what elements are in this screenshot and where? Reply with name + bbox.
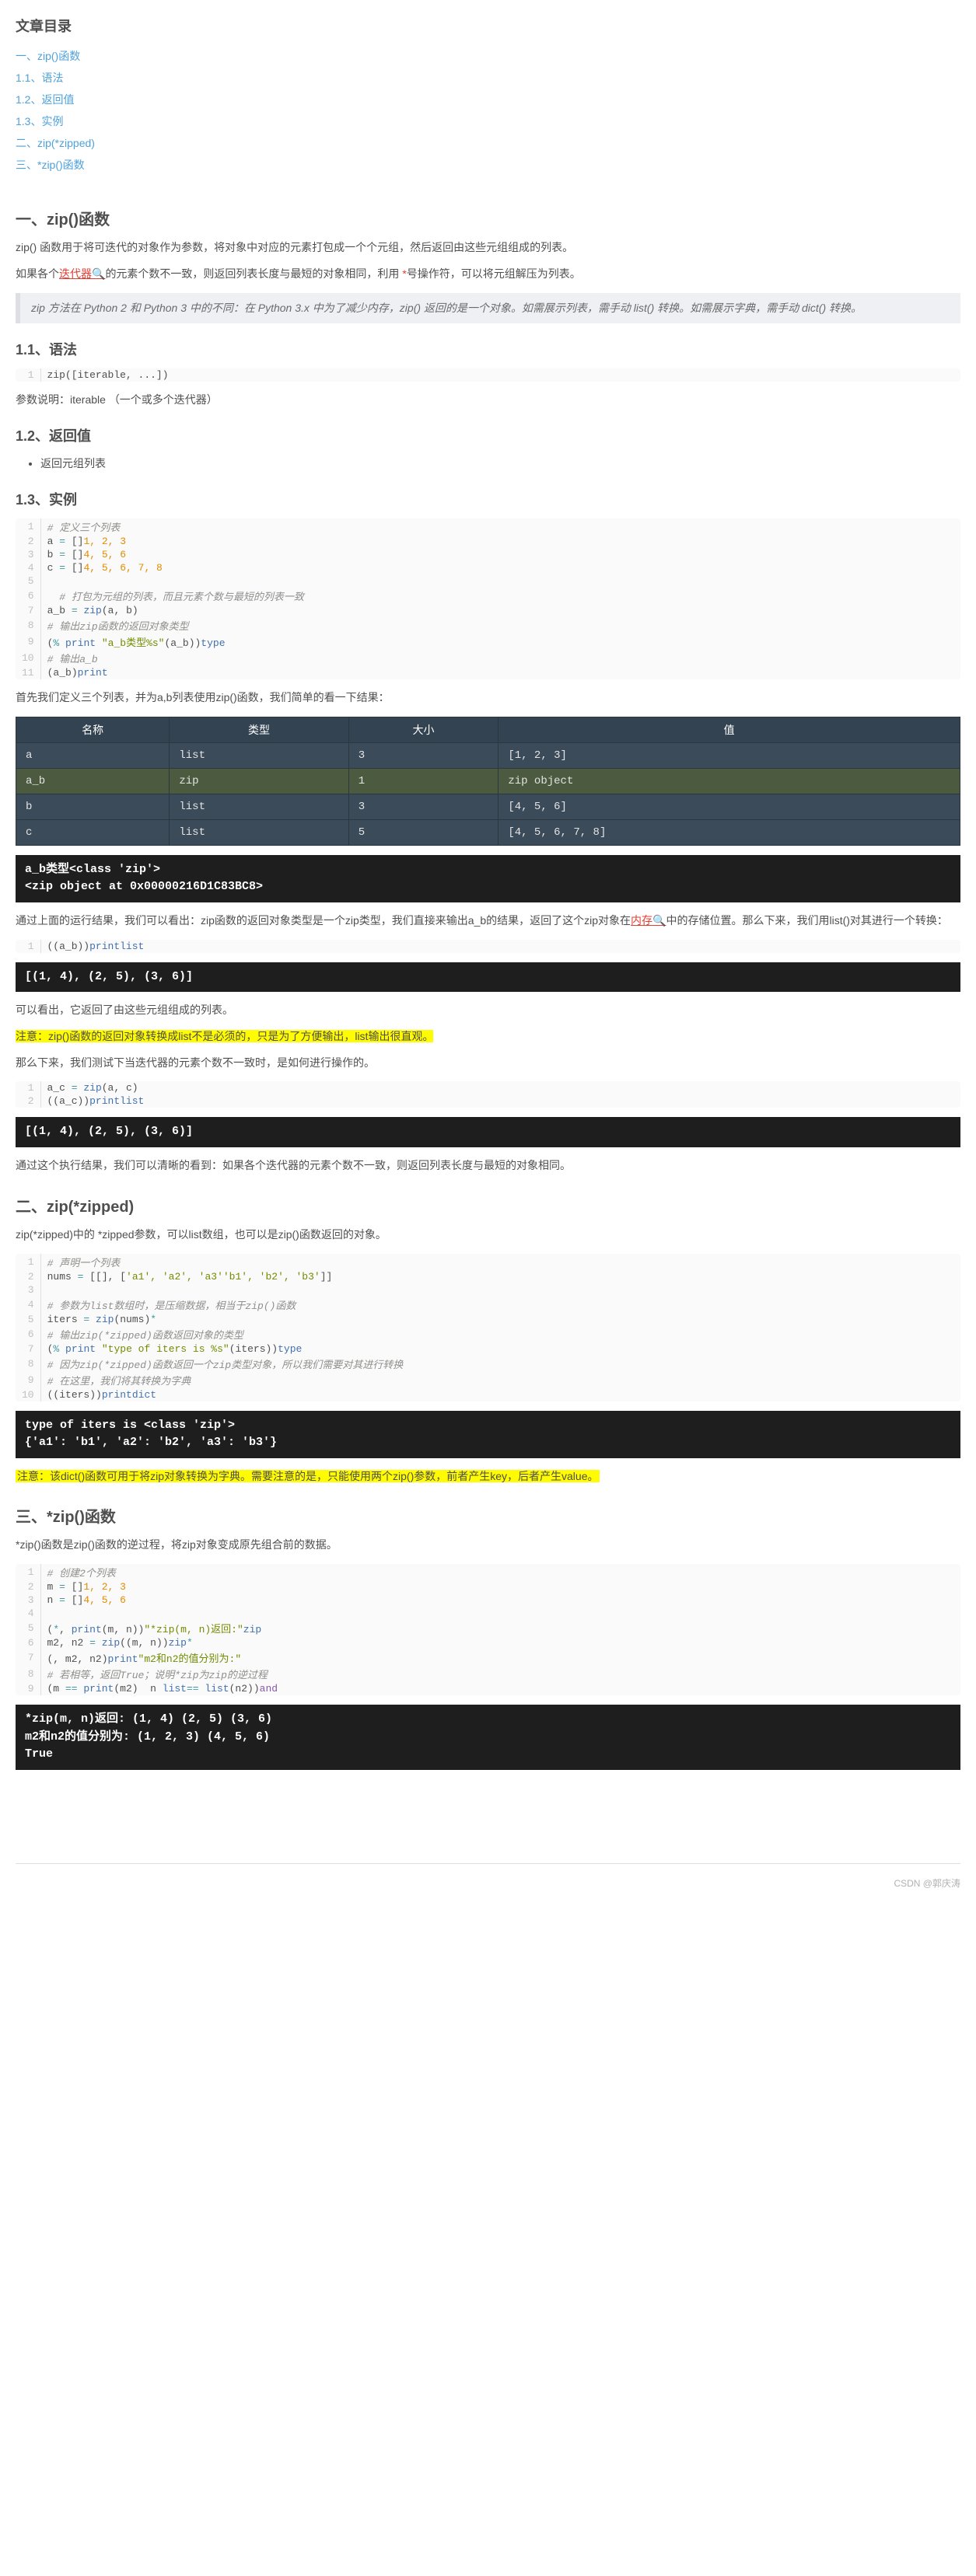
- table-row: clist5[4, 5, 6, 7, 8]: [16, 819, 960, 845]
- code-block: 1((a_b))printlist: [16, 940, 960, 953]
- link-iterator[interactable]: 迭代器🔍: [59, 267, 105, 280]
- link-memory[interactable]: 内存🔍: [631, 914, 666, 927]
- table-of-contents: 文章目录 一、zip()函数 1.1、语法 1.2、返回值 1.3、实例 二、z…: [16, 16, 960, 176]
- toc-list: 一、zip()函数 1.1、语法 1.2、返回值 1.3、实例 二、zip(*z…: [16, 45, 960, 176]
- table-row: alist3[1, 2, 3]: [16, 742, 960, 768]
- output-box: [(1, 4), (2, 5), (3, 6)]: [16, 962, 960, 993]
- output-box: *zip(m, n)返回: (1, 4) (2, 5) (3, 6) m2和n2…: [16, 1705, 960, 1770]
- para: 如果各个迭代器🔍的元素个数不一致，则返回列表长度与最短的对象相同，利用 *号操作…: [16, 265, 960, 284]
- heading-s1: 一、zip()函数: [16, 207, 960, 229]
- variables-table: 名称 类型 大小 值 alist3[1, 2, 3]a_bzip1zip obj…: [16, 717, 960, 846]
- output-box: a_b类型<class 'zip'> <zip object at 0x0000…: [16, 855, 960, 902]
- output-box: type of iters is <class 'zip'> {'a1': 'b…: [16, 1411, 960, 1458]
- para: 通过上面的运行结果，我们可以看出：zip函数的返回对象类型是一个zip类型，我们…: [16, 912, 960, 930]
- heading-s13: 1.3、实例: [16, 489, 960, 509]
- para: 首先我们定义三个列表，并为a,b列表使用zip()函数，我们简单的看一下结果：: [16, 689, 960, 707]
- table-row: a_bzip1zip object: [16, 768, 960, 794]
- para: 那么下来，我们测试下当迭代器的元素个数不一致时，是如何进行操作的。: [16, 1054, 960, 1073]
- return-list: 返回元组列表: [16, 455, 960, 473]
- heading-s2: 二、zip(*zipped): [16, 1194, 960, 1216]
- code-block: 1# 声明一个列表2nums = [[], ['a1', 'a2', 'a3''…: [16, 1254, 960, 1401]
- footer-credit: CSDN @郭庆涛: [16, 1876, 960, 1890]
- para: 可以看出，它返回了由这些元组组成的列表。: [16, 1001, 960, 1020]
- search-icon: 🔍: [652, 914, 666, 927]
- toc-link[interactable]: 1.3、实例: [16, 115, 63, 127]
- output-box: [(1, 4), (2, 5), (3, 6)]: [16, 1117, 960, 1147]
- search-icon: 🔍: [92, 267, 105, 280]
- para-highlight: 注意：该dict()函数可用于将zip对象转换为字典。需要注意的是，只能使用两个…: [16, 1468, 960, 1486]
- toc-link[interactable]: 三、*zip()函数: [16, 159, 85, 171]
- toc-link[interactable]: 一、zip()函数: [16, 50, 80, 62]
- code-block: 1a_c = zip(a, c)2((a_c))printlist: [16, 1081, 960, 1108]
- para: *zip()函数是zip()函数的逆过程，将zip对象变成原先组合前的数据。: [16, 1536, 960, 1555]
- table-row: blist3[4, 5, 6]: [16, 794, 960, 819]
- toc-link[interactable]: 1.2、返回值: [16, 93, 74, 106]
- para: 通过这个执行结果，我们可以清晰的看到：如果各个迭代器的元素个数不一致，则返回列表…: [16, 1157, 960, 1175]
- code-block: 1# 创建2个列表2m = []1, 2, 33n = []4, 5, 64 5…: [16, 1564, 960, 1695]
- para: 参数说明：iterable （一个或多个迭代器）: [16, 391, 960, 410]
- divider: [16, 1863, 960, 1864]
- toc-link[interactable]: 二、zip(*zipped): [16, 137, 95, 149]
- blockquote: zip 方法在 Python 2 和 Python 3 中的不同：在 Pytho…: [16, 293, 960, 324]
- para: zip() 函数用于将可迭代的对象作为参数，将对象中对应的元素打包成一个个元组，…: [16, 239, 960, 257]
- toc-link[interactable]: 1.1、语法: [16, 72, 63, 84]
- heading-s3: 三、*zip()函数: [16, 1504, 960, 1527]
- code-block: 1# 定义三个列表2a = []1, 2, 33b = []4, 5, 64c …: [16, 518, 960, 679]
- para-highlight: 注意：zip()函数的返回对象转换成list不是必须的，只是为了方便输出，lis…: [16, 1028, 960, 1046]
- heading-s11: 1.1、语法: [16, 339, 960, 359]
- toc-title: 文章目录: [16, 16, 960, 36]
- heading-s12: 1.2、返回值: [16, 425, 960, 445]
- code-block: 1zip([iterable, ...]): [16, 368, 960, 382]
- para: zip(*zipped)中的 *zipped参数，可以list数组，也可以是zi…: [16, 1226, 960, 1244]
